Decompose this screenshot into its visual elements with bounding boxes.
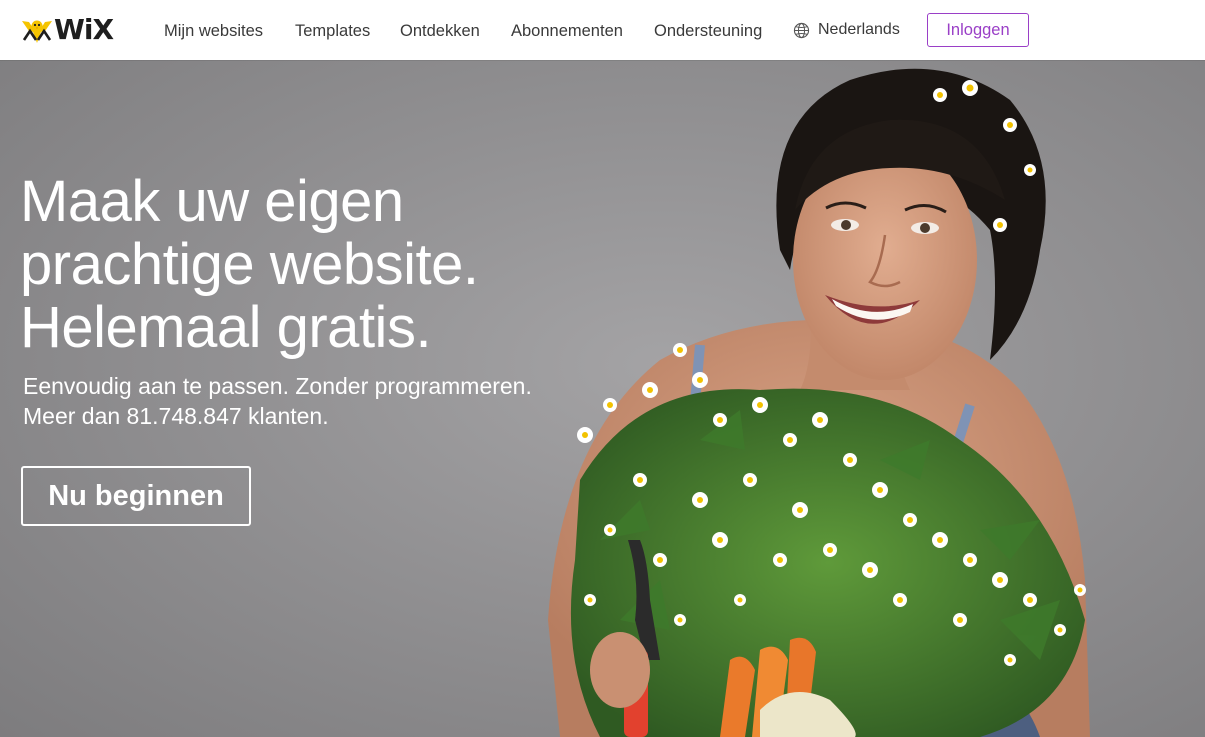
hero-subheadline-line: Eenvoudig aan te passen. Zonder programm…: [23, 373, 532, 399]
top-header: WiX Mijn websites Templates Ontdekken Ab…: [0, 0, 1205, 60]
login-button[interactable]: Inloggen: [927, 13, 1029, 47]
hero-headline: Maak uw eigen prachtige website. Helemaa…: [20, 169, 479, 360]
nav-item-plans[interactable]: Abonnementen: [511, 21, 623, 41]
hero-section: Maak uw eigen prachtige website. Helemaa…: [0, 60, 1205, 737]
hero-subheadline-line: Meer dan 81.748.847 klanten.: [23, 403, 329, 429]
language-label: Nederlands: [818, 21, 900, 38]
nav-item-explore[interactable]: Ontdekken: [400, 21, 480, 41]
language-selector[interactable]: Nederlands: [793, 21, 900, 39]
wix-logo[interactable]: WiX: [20, 13, 114, 46]
hero-headline-line: prachtige website.: [20, 232, 479, 297]
get-started-button[interactable]: Nu beginnen: [21, 466, 251, 526]
wix-bird-logo-icon: [22, 20, 52, 43]
nav-item-templates[interactable]: Templates: [295, 21, 370, 41]
wix-wordmark: WiX: [54, 13, 114, 46]
nav-item-my-websites[interactable]: Mijn websites: [164, 21, 263, 41]
globe-icon: [793, 22, 810, 38]
nav-item-support[interactable]: Ondersteuning: [654, 21, 762, 41]
hero-headline-line: Helemaal gratis.: [20, 295, 432, 360]
hero-subheadline: Eenvoudig aan te passen. Zonder programm…: [23, 371, 532, 431]
hero-headline-line: Maak uw eigen: [20, 169, 404, 234]
